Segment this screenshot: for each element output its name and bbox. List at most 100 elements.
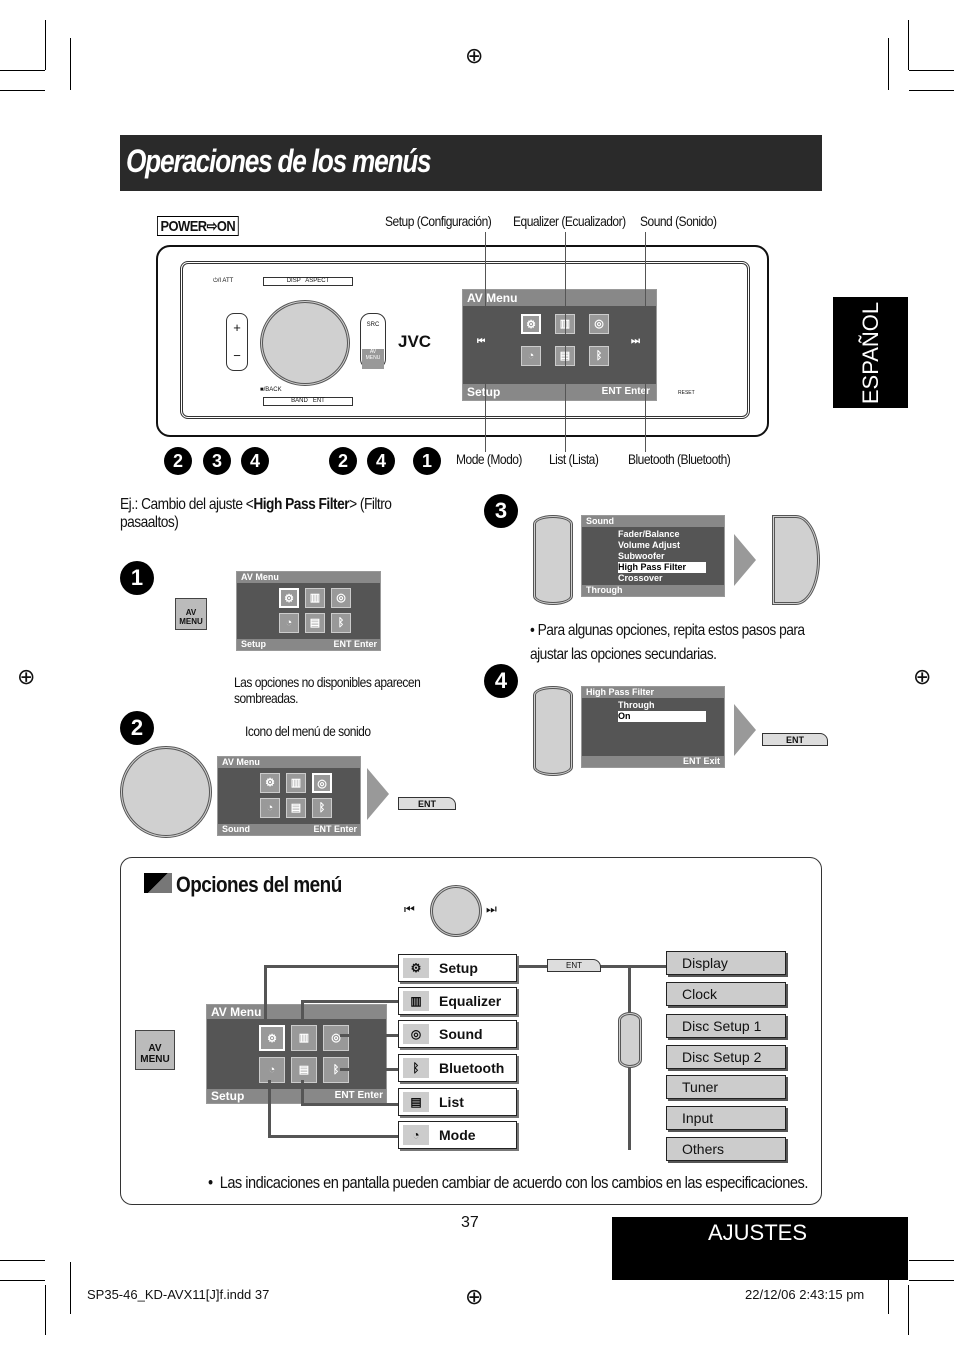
setup-item-input[interactable]: Input [666,1106,786,1130]
control-dial-up-down[interactable] [533,515,573,605]
sound-menu-list: Fader/Balance Volume Adjust Subwoofer Hi… [618,529,706,584]
volume-button[interactable]: + − [226,313,248,371]
setup-item-disc-setup-2[interactable]: Disc Setup 2 [666,1045,786,1069]
av-menu-button[interactable]: AV MENU [362,349,384,369]
menu-item-bluetooth[interactable]: ᛒ Bluetooth [398,1054,517,1082]
step-marker: 4 [241,447,269,475]
volume-down-label: − [233,348,241,363]
options-note-text: Las indicaciones en pantalla pueden camb… [219,1173,809,1192]
list-item[interactable]: Through [618,700,706,711]
step-3-note-text: Para algunas opciones, repita estos paso… [530,622,805,663]
setup-item-others[interactable]: Others [666,1137,786,1161]
gear-icon: ⚙ [521,314,541,334]
screen-header: AV Menu [463,290,656,306]
crop-mark [0,1280,45,1281]
page-number: 37 [461,1214,479,1231]
control-dial-up-down[interactable] [618,1012,642,1068]
menu-item-label: List [439,1094,464,1110]
band-ent-button[interactable]: BAND ENT [263,397,353,406]
list-item[interactable]: Crossover [618,573,706,584]
crop-mark [908,20,909,70]
control-dial[interactable] [430,885,482,937]
gear-icon: ⚙ [279,588,299,608]
speaker-icon: ◎ [403,1024,429,1044]
screen-header: AV Menu [218,757,360,768]
page-title: Operaciones de los menús [120,135,822,191]
list-item[interactable]: Volume Adjust [618,540,706,551]
exit-label: Exit [703,756,720,766]
setup-item-disc-setup-1[interactable]: Disc Setup 1 [666,1014,786,1038]
crop-mark [909,70,954,71]
list-item[interactable]: Subwoofer [618,551,706,562]
menu-item-sound[interactable]: ◎ Sound [398,1020,517,1048]
step-marker: 3 [203,447,231,475]
ent-badge: ENT [682,756,701,766]
ent-badge: ENT [333,639,352,649]
control-dial[interactable] [260,300,350,386]
ent-button[interactable]: ENT [762,733,828,746]
registration-mark-icon: ⊕ [913,664,932,689]
options-note: • Las indicaciones en pantalla pueden ca… [208,1173,809,1192]
crop-mark [45,20,46,70]
step-marker: 4 [367,447,395,475]
menu-item-mode[interactable]: ◔ Mode [398,1121,517,1149]
av-menu-button[interactable]: AV MENU [175,598,207,630]
mode-icon: ◔ [279,613,299,633]
av-menu-button[interactable]: AV MENU [135,1030,175,1070]
enter-label: Enter [333,824,357,834]
crop-mark [888,38,889,90]
speaker-icon: ◎ [589,314,609,334]
example-setting: High Pass Filter [253,496,350,513]
list-icon: ▤ [403,1092,429,1112]
setup-item-clock[interactable]: Clock [666,982,786,1006]
gear-icon: ⚙ [260,773,280,793]
band-label: BAND [291,398,308,404]
callout-equalizer: Equalizer (Ecualizador) [513,213,626,229]
crop-mark [0,70,45,71]
src-label: SRC [366,322,380,328]
language-tab: ESPAÑOL [833,297,908,408]
gear-icon: ⚙ [403,958,429,978]
menu-item-label: Bluetooth [439,1060,505,1076]
step-3-screen: Sound Fader/Balance Volume Adjust Subwoo… [581,515,725,597]
back-label: ■/BACK [260,387,282,393]
list-item-selected[interactable]: High Pass Filter [618,562,706,573]
att-button-label: ⏻/I ATT [213,278,234,284]
power-on-label: POWER⇨ON [157,216,239,236]
control-dial-up-down[interactable] [533,686,573,776]
step-1-screen: AV Menu ⚙ ▥ ◎ ◔ ▤ ᛒ Setup ENT Enter [236,571,381,651]
screen-header: Sound [582,516,724,527]
ent-button[interactable]: ENT [398,797,456,810]
callout-mode: Mode (Modo) [456,451,522,467]
control-dial-right[interactable] [772,515,820,605]
previous-icon: ⏮ [404,902,415,916]
crop-mark [909,1280,954,1281]
gear-icon: ⚙ [259,1025,285,1051]
mode-icon: ◔ [403,1125,429,1145]
callout-setup: Setup (Configuración) [385,213,492,229]
enter-label: Enter [624,386,650,397]
reset-button[interactable]: RESET [678,390,695,396]
menu-item-label: Mode [439,1127,476,1143]
setup-item-display[interactable]: Display [666,951,786,975]
footer-date: 22/12/06 2:43:15 pm [745,1287,865,1302]
options-screen: AV Menu ⚙ ▥ ◎ ◔ ▤ ᛒ Setup ENT Enter [206,1004,387,1104]
mode-icon: ◔ [260,798,280,818]
menu-item-list[interactable]: ▤ List [398,1088,517,1116]
disp-aspect-button[interactable]: DISP ASPECT [263,277,353,286]
setup-item-tuner[interactable]: Tuner [666,1075,786,1099]
screen-header: AV Menu [237,572,380,583]
list-item[interactable]: Fader/Balance [618,529,706,540]
ent-button[interactable]: ENT [547,959,601,972]
car-stereo-illustration: ⏻/I ATT DISP ASPECT + − SRC AV MENU JVC ■… [156,245,769,437]
callout-sound: Sound (Sonido) [640,213,717,229]
menu-item-setup[interactable]: ⚙ Setup [398,954,517,982]
speaker-icon: ◎ [312,773,332,793]
control-dial[interactable] [120,746,212,838]
menu-item-equalizer[interactable]: ▥ Equalizer [398,987,517,1015]
list-item-selected[interactable]: On [618,711,706,722]
equalizer-icon: ▥ [305,588,325,608]
device-screen: AV Menu ⚙ ▥ ◎ ◔ ▤ ᛒ ⏮ ⏭ SetupENT Enter [462,289,657,401]
aspect-label: ASPECT [305,278,330,284]
step-2-note: Icono del menú de sonido [245,723,371,739]
